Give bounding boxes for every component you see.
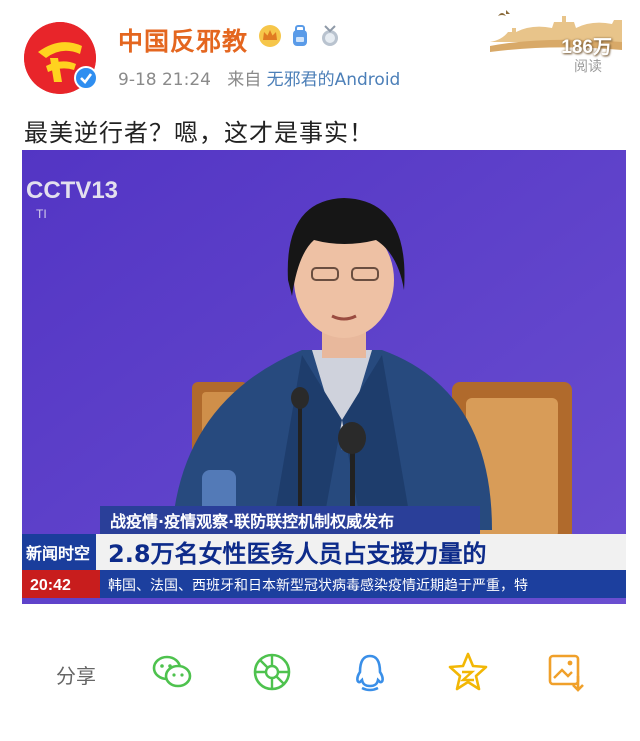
post-meta: 9-18 21:24 来自 无邪君的Android: [118, 65, 400, 90]
qq-icon[interactable]: [348, 650, 392, 694]
source-prefix: 来自: [227, 70, 262, 90]
share-label: 分享: [56, 664, 96, 688]
channel-logo-text: CCTV13: [26, 177, 118, 204]
read-label: 阅读: [574, 59, 602, 75]
video-frame[interactable]: CCTV13 TI 战疫情·疫情观察·联防联控机制权威发布 新闻时空 2.8万名…: [22, 150, 626, 604]
moments-icon[interactable]: [250, 650, 294, 694]
show-tag-text: 新闻时空: [26, 544, 90, 563]
ticker-text: 韩国、法国、西班牙和日本新型冠状病毒感染疫情近期趋于严重，特: [108, 577, 528, 594]
backpack-icon: [293, 25, 307, 46]
share-bar: 分享: [0, 640, 640, 704]
post-header: 中国反邪教 9-18 21:24 来自 无邪君的Android 186万 阅读: [0, 0, 640, 100]
save-image-icon[interactable]: [544, 650, 588, 694]
verified-icon: [74, 66, 98, 90]
qzone-icon[interactable]: [446, 650, 490, 694]
headline-text: 2.8万名女性医务人员占支援力量的: [108, 540, 487, 568]
wechat-icon[interactable]: [150, 650, 194, 694]
banner-top-text: 战疫情·疫情观察·联防联控机制权威发布: [110, 512, 394, 531]
post-source[interactable]: 无邪君的Android: [267, 70, 401, 90]
author-badges: [258, 24, 342, 48]
post-time: 9-18 21:24: [118, 70, 211, 90]
channel-sub-text: TI: [36, 207, 47, 221]
clock-text: 20:42: [30, 577, 71, 594]
crown-icon: [259, 25, 281, 47]
post-text: 最美逆行者？嗯，这才是事实！: [24, 119, 374, 147]
read-count-banner: 186万 阅读: [482, 2, 632, 75]
video-scene: CCTV13 TI 战疫情·疫情观察·联防联控机制权威发布 新闻时空 2.8万名…: [22, 150, 626, 604]
author-name[interactable]: 中国反邪教: [118, 22, 248, 58]
read-count: 186万: [561, 37, 612, 58]
medal-icon: [322, 25, 338, 46]
